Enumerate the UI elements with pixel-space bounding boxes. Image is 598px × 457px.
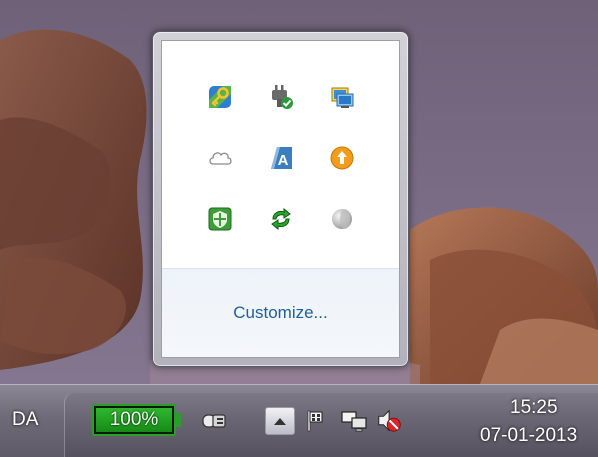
power-plug-icon[interactable] bbox=[200, 407, 228, 435]
usb-plug-checkmark-icon[interactable] bbox=[267, 83, 295, 111]
popup-content-panel: A Customize... bbox=[161, 40, 400, 358]
battery-terminal bbox=[176, 413, 181, 427]
orange-update-arrow-icon[interactable] bbox=[328, 144, 356, 172]
action-center-flag-icon[interactable] bbox=[302, 407, 330, 435]
svg-text:A: A bbox=[278, 152, 289, 169]
network-icon[interactable] bbox=[340, 407, 368, 435]
grey-sphere-icon[interactable] bbox=[328, 205, 356, 233]
green-shield-icon[interactable] bbox=[206, 205, 234, 233]
monitor-network-icon[interactable] bbox=[328, 83, 356, 111]
battery-meter[interactable]: 100% bbox=[92, 404, 176, 436]
clock-time: 15:25 bbox=[510, 397, 558, 418]
battery-percent-label: 100% bbox=[109, 409, 159, 430]
green-sync-arrows-icon[interactable] bbox=[267, 205, 295, 233]
taskbar: DA 100% 15:25 07-01-2013 bbox=[0, 384, 598, 457]
language-indicator[interactable]: DA bbox=[12, 409, 38, 431]
customize-link[interactable]: Customize... bbox=[162, 303, 399, 323]
clock-date: 07-01-2013 bbox=[480, 425, 578, 446]
cloud-icon[interactable] bbox=[206, 144, 234, 172]
hidden-icons-grid: A bbox=[162, 41, 399, 268]
letter-a-app-icon[interactable]: A bbox=[267, 144, 295, 172]
system-clock[interactable]: 15:25 07-01-2013 bbox=[470, 393, 598, 449]
key-shield-icon[interactable] bbox=[206, 83, 234, 111]
notification-area-overflow-popup: A Customize... bbox=[152, 31, 409, 367]
chevron-up-icon bbox=[274, 418, 286, 425]
show-hidden-icons-button[interactable] bbox=[265, 407, 295, 435]
popup-footer: Customize... bbox=[162, 268, 399, 357]
speaker-muted-icon[interactable] bbox=[376, 407, 404, 435]
